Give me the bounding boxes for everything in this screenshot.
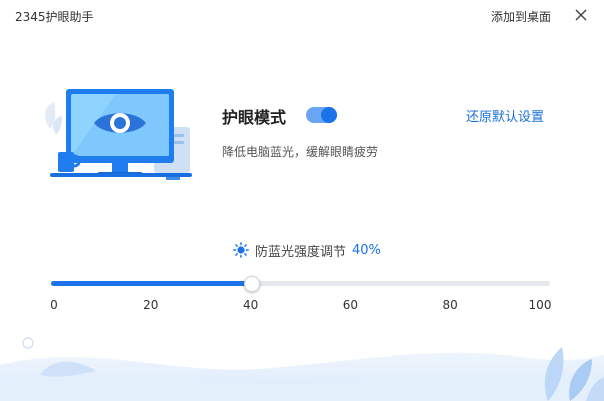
app-title: 2345护眼助手 [15, 10, 94, 24]
eye-care-window: 2345护眼助手 添加到桌面 护眼模式 还原默认设置 降低电脑蓝光，缓解眼睛疲劳… [0, 0, 604, 401]
slider-thumb[interactable] [243, 276, 260, 292]
eye-mode-title: 护眼模式 [222, 108, 287, 127]
eye-mode-description: 降低电脑蓝光，缓解眼睛疲劳 [222, 145, 379, 159]
slider-tick-label: 60 [342, 298, 359, 312]
blue-light-slider[interactable] [51, 276, 550, 292]
sun-icon [233, 242, 249, 258]
blue-light-strength-value: 40% [352, 242, 381, 258]
add-to-desktop-button[interactable]: 添加到桌面 [491, 8, 551, 25]
title-bar: 2345护眼助手 添加到桌面 [0, 0, 604, 32]
footer-decoration [0, 337, 604, 401]
slider-tick-label: 20 [143, 298, 159, 312]
toggle-knob [321, 107, 337, 123]
close-button[interactable] [571, 5, 591, 25]
slider-fill [51, 281, 251, 286]
restore-default-link[interactable]: 还原默认设置 [466, 106, 544, 125]
blue-light-strength-header: 防蓝光强度调节 40% [233, 241, 381, 260]
slider-tick-label: 100 [528, 298, 552, 312]
close-icon [575, 9, 587, 21]
blue-light-strength-label: 防蓝光强度调节 [255, 244, 347, 260]
slider-tick-label: 80 [442, 298, 458, 312]
slider-tick-label: 40 [242, 298, 259, 312]
eye-mode-toggle[interactable] [306, 107, 337, 123]
slider-tick-label: 0 [50, 298, 58, 312]
monitor-eye-illustration [45, 89, 192, 180]
